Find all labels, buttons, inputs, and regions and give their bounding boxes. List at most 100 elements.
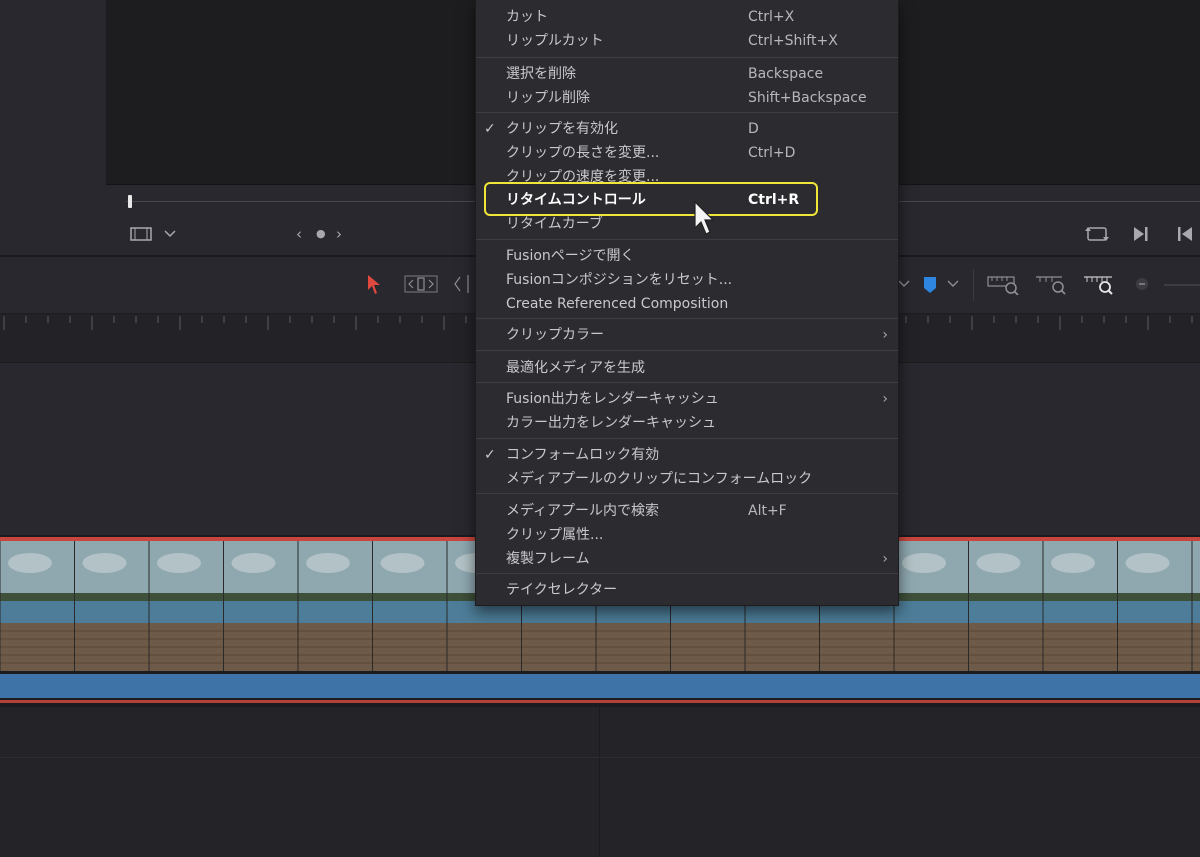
submenu-arrow-icon: ›	[882, 327, 888, 343]
menu-item-21[interactable]: 複製フレーム ›	[476, 547, 898, 571]
blade-icon[interactable]	[452, 273, 472, 295]
menu-item-shortcut: Ctrl+Shift+X	[748, 33, 838, 49]
menu-item-shortcut: Alt+F	[748, 503, 787, 519]
menu-item-22[interactable]: テイクセレクター	[476, 578, 898, 602]
menu-item-label: メディアプール内で検索	[506, 503, 660, 519]
checkmark-icon: ✓	[484, 447, 496, 463]
audio-track-area	[0, 707, 1200, 857]
menu-item-11[interactable]: Fusionコンポジションをリセット...	[476, 268, 898, 292]
clip-thumbnail-frame	[968, 541, 1043, 671]
trim-icon[interactable]	[404, 273, 438, 295]
clip-selection-border-bottom	[0, 700, 1200, 703]
menu-item-label: クリップの長さを変更...	[506, 145, 660, 161]
menu-item-label: クリップ属性...	[506, 527, 604, 543]
loop-icon[interactable]	[1084, 224, 1110, 244]
menu-separator	[476, 438, 898, 439]
menu-item-label: メディアプールのクリップにコンフォームロック	[506, 471, 813, 487]
next-clip-icon[interactable]	[1132, 225, 1150, 243]
menu-item-label: カラー出力をレンダーキャッシュ	[506, 415, 716, 431]
menu-item-label: Fusionページで開く	[506, 248, 635, 264]
menu-item-19[interactable]: メディアプール内で検索 Alt+F	[476, 499, 898, 523]
menu-item-6[interactable]: クリップの長さを変更... Ctrl+D	[476, 141, 898, 165]
checkmark-icon: ✓	[484, 121, 496, 137]
menu-item-5[interactable]: ✓ クリップを有効化 D	[476, 117, 898, 141]
clip-thumbnail-frame	[893, 541, 969, 671]
menu-item-shortcut: Ctrl+D	[748, 145, 796, 161]
menu-item-1[interactable]: カット Ctrl+X	[476, 5, 898, 29]
menu-item-label: Fusion出力をレンダーキャッシュ	[506, 391, 719, 407]
menu-item-14[interactable]: 最適化メディアを生成	[476, 356, 898, 380]
flag-chevron-icon[interactable]	[898, 273, 910, 295]
submenu-arrow-icon: ›	[882, 391, 888, 407]
menu-item-label: 最適化メディアを生成	[506, 360, 646, 376]
clip-thumbnail-frame	[148, 541, 224, 671]
zoom-detail-icon[interactable]	[1034, 273, 1068, 295]
next-nav-icon[interactable]: ›	[336, 225, 342, 243]
menu-item-shortcut: Shift+Backspace	[748, 90, 867, 106]
menu-item-shortcut: Backspace	[748, 66, 824, 82]
menu-item-shortcut: Ctrl+X	[748, 9, 795, 25]
menu-separator	[476, 382, 898, 383]
menu-item-label: リップルカット	[506, 33, 604, 49]
clip-thumbnail-frame	[223, 541, 298, 671]
menu-separator	[476, 318, 898, 319]
clip-thumbnail-frame	[1042, 541, 1118, 671]
menu-separator	[476, 239, 898, 240]
clip-thumbnail-frame	[1117, 541, 1192, 671]
menu-item-20[interactable]: クリップ属性...	[476, 523, 898, 547]
menu-separator	[476, 350, 898, 351]
menu-separator	[476, 57, 898, 58]
menu-item-label: Fusionコンポジションをリセット...	[506, 272, 733, 288]
menu-separator	[476, 112, 898, 113]
viewer-playhead[interactable]	[128, 195, 132, 208]
first-frame-icon[interactable]	[1176, 225, 1194, 243]
zoom-slider[interactable]	[1164, 284, 1200, 286]
marker-icon[interactable]	[922, 273, 938, 295]
menu-item-17[interactable]: ✓ コンフォームロック有効	[476, 443, 898, 467]
menu-item-label: クリップを有効化	[506, 121, 618, 137]
clip-thumbnail-frame	[0, 541, 75, 671]
track-split-line	[599, 707, 600, 857]
menu-item-15[interactable]: Fusion出力をレンダーキャッシュ ›	[476, 387, 898, 411]
menu-item-label: コンフォームロック有効	[506, 447, 660, 463]
zoom-custom-icon[interactable]	[1082, 273, 1116, 295]
marker-chevron-icon[interactable]	[946, 273, 960, 295]
clip-thumbnail-frame	[1191, 541, 1200, 671]
clip-thumbnail-frame	[372, 541, 447, 671]
highlight-annotation	[484, 182, 818, 216]
clip-audio-bar[interactable]	[0, 674, 1200, 698]
menu-separator	[476, 493, 898, 494]
viewer-side-panel	[0, 0, 107, 255]
menu-item-4[interactable]: リップル削除 Shift+Backspace	[476, 86, 898, 110]
clip-thumbnail-frame	[297, 541, 373, 671]
nav-dot-icon[interactable]: ●	[316, 225, 326, 243]
menu-item-label: テイクセレクター	[506, 582, 618, 598]
menu-item-13[interactable]: クリップカラー ›	[476, 323, 898, 347]
menu-item-label: 複製フレーム	[506, 551, 590, 567]
menu-item-label: クリップカラー	[506, 327, 604, 343]
selection-arrow-icon[interactable]	[366, 273, 382, 295]
prev-nav-icon[interactable]: ‹	[296, 225, 302, 243]
mouse-cursor-icon	[694, 200, 715, 235]
menu-item-12[interactable]: Create Referenced Composition	[476, 292, 898, 316]
menu-item-16[interactable]: カラー出力をレンダーキャッシュ	[476, 411, 898, 435]
submenu-arrow-icon: ›	[882, 551, 888, 567]
menu-item-label: カット	[506, 9, 548, 25]
track-divider	[0, 757, 1200, 758]
zoom-full-icon[interactable]	[986, 273, 1020, 295]
menu-item-shortcut: D	[748, 121, 759, 137]
menu-item-label: 選択を削除	[506, 66, 576, 82]
menu-item-label: リップル削除	[506, 90, 590, 106]
toolbar-separator	[973, 269, 974, 301]
clip-thumbnail-frame	[74, 541, 149, 671]
menu-item-2[interactable]: リップルカット Ctrl+Shift+X	[476, 29, 898, 53]
menu-item-18[interactable]: メディアプールのクリップにコンフォームロック	[476, 467, 898, 491]
chevron-down-icon[interactable]	[164, 229, 176, 239]
menu-item-10[interactable]: Fusionページで開く	[476, 244, 898, 268]
menu-separator	[476, 573, 898, 574]
clip-context-menu: ····· カットCtrl+XリップルカットCtrl+Shift+X選択を削除B…	[475, 0, 899, 606]
filmstrip-icon[interactable]	[130, 226, 152, 242]
zoom-out-icon[interactable]	[1134, 273, 1150, 295]
menu-item-label: Create Referenced Composition	[506, 296, 729, 312]
menu-item-3[interactable]: 選択を削除 Backspace	[476, 62, 898, 86]
